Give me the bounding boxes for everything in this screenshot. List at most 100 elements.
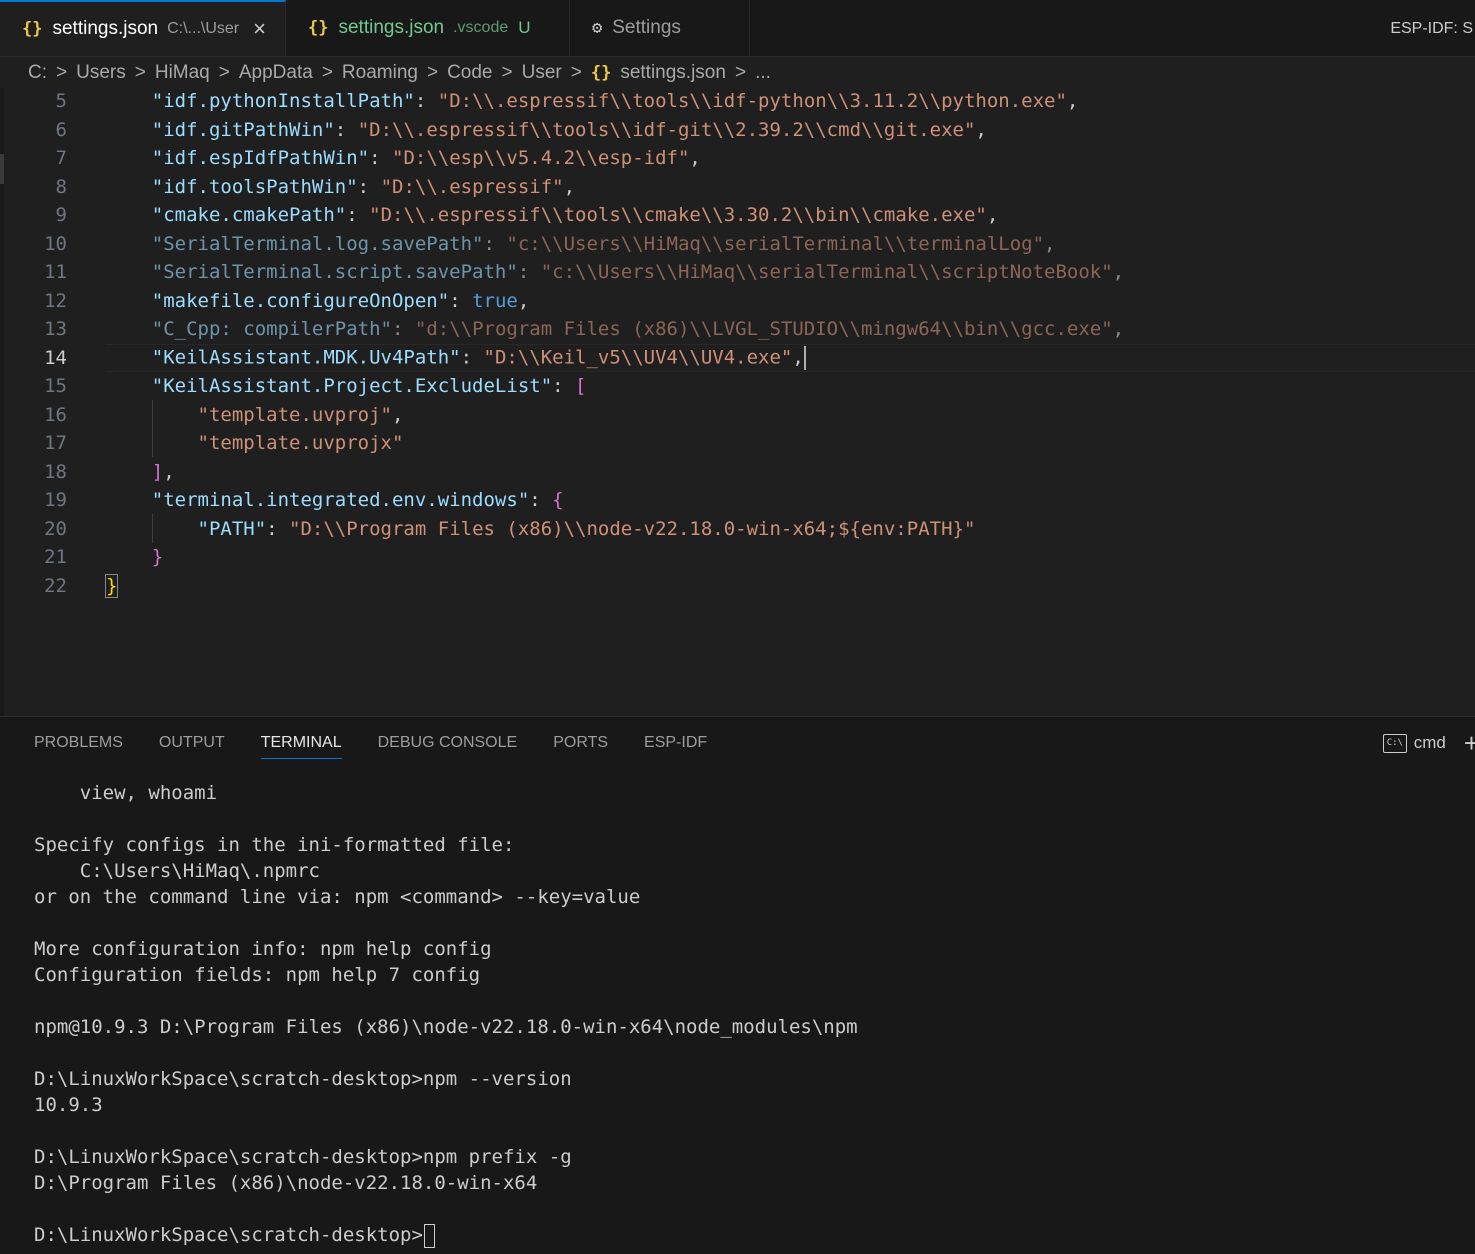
json-colon: :: [529, 489, 553, 512]
json-value: "D:\\.espressif": [380, 175, 564, 198]
code-line[interactable]: 6 "idf.gitPathWin": "D:\\.espressif\\too…: [0, 116, 1475, 145]
code-line[interactable]: 19 "terminal.integrated.env.windows": {: [0, 486, 1475, 515]
breadcrumb-item[interactable]: Code: [447, 62, 492, 84]
breadcrumb-item[interactable]: AppData: [239, 62, 313, 84]
editor-tab-bar: {} settings.json C:\...\User × {} settin…: [0, 0, 1475, 57]
line-number: 10: [44, 232, 67, 255]
code-line[interactable]: 10 "SerialTerminal.log.savePath": "c:\\U…: [0, 230, 1475, 259]
code-line[interactable]: 17 "template.uvprojx": [0, 429, 1475, 458]
json-colon: :: [449, 289, 473, 312]
json-value: "d:\\Program Files (x86)\\LVGL_STUDIO\\m…: [414, 318, 1113, 341]
tab-description: .vscode: [453, 19, 509, 36]
terminal-cursor: [423, 1223, 435, 1248]
breadcrumb-file[interactable]: settings.json: [620, 62, 726, 84]
json-colon: :: [517, 261, 541, 284]
tab-settings-json-vscode[interactable]: {} settings.json .vscode U: [286, 0, 570, 56]
close-icon[interactable]: ×: [253, 16, 266, 42]
code-line[interactable]: 15 "KeilAssistant.Project.ExcludeList": …: [0, 372, 1475, 401]
code-line[interactable]: 8 "idf.toolsPathWin": "D:\\.espressif",: [0, 173, 1475, 202]
line-number: 22: [44, 574, 67, 597]
line-number: 17: [44, 432, 67, 455]
panel-tab-bar: PROBLEMS OUTPUT TERMINAL DEBUG CONSOLE P…: [34, 717, 743, 769]
tab-problems[interactable]: PROBLEMS: [34, 717, 123, 769]
json-key: "idf.espIdfPathWin": [151, 147, 370, 170]
breadcrumb-item[interactable]: Roaming: [342, 62, 418, 84]
breadcrumb-item[interactable]: C:: [28, 62, 47, 84]
tab-debug-console[interactable]: DEBUG CONSOLE: [378, 717, 518, 769]
terminal-line: or on the command line via: npm <command…: [34, 886, 641, 908]
untracked-badge: U: [518, 18, 531, 37]
json-key: "SerialTerminal.log.savePath": [151, 232, 484, 255]
settings-sliders-icon: ⚙: [592, 18, 603, 38]
esp-idf-status[interactable]: ESP-IDF: S: [1390, 0, 1475, 57]
line-number: 5: [55, 90, 67, 113]
terminal-output[interactable]: view, whoami Specify configs in the ini-f…: [34, 780, 1475, 1248]
code-content: "C_Cpp: compilerPath": "d:\\Program File…: [106, 318, 1124, 340]
terminal-line: C:\Users\HiMaq\.npmrc: [34, 860, 320, 882]
code-content: "terminal.integrated.env.windows": {: [106, 489, 564, 511]
code-content: "template.uvproj",: [106, 403, 404, 426]
tab-settings-json-user[interactable]: {} settings.json C:\...\User ×: [0, 0, 286, 56]
json-value: "D:\\.espressif\\tools\\idf-git\\2.39.2\…: [357, 118, 976, 141]
code-line[interactable]: 18 ],: [0, 458, 1475, 487]
json-colon: :: [266, 517, 290, 540]
code-line[interactable]: 9 "cmake.cmakePath": "D:\\.espressif\\to…: [0, 201, 1475, 230]
json-key: "idf.pythonInstallPath": [151, 90, 415, 113]
breadcrumb-symbol[interactable]: ...: [755, 62, 771, 84]
code-line[interactable]: 22}: [0, 572, 1475, 601]
json-punctuation: ,: [689, 147, 701, 170]
line-number: 15: [44, 375, 67, 398]
code-editor[interactable]: 5 "idf.pythonInstallPath": "D:\\.espress…: [0, 88, 1475, 716]
code-line[interactable]: 13 "C_Cpp: compilerPath": "d:\\Program F…: [0, 315, 1475, 344]
json-colon: :: [391, 318, 415, 341]
new-terminal-plus-icon[interactable]: +: [1464, 728, 1475, 759]
line-number: 21: [44, 546, 67, 569]
terminal-name[interactable]: cmd: [1414, 733, 1446, 753]
text-cursor: [803, 345, 806, 370]
code-content: "idf.toolsPathWin": "D:\\.espressif",: [106, 176, 575, 198]
json-colon: :: [369, 147, 392, 170]
code-line[interactable]: 16 "template.uvproj",: [0, 401, 1475, 430]
json-punctuation: ,: [1112, 261, 1125, 284]
code-content: }: [106, 546, 163, 568]
terminal-line: 10.9.3: [34, 1094, 103, 1116]
tab-settings-ui[interactable]: ⚙ Settings: [570, 0, 750, 56]
json-value: "D:\\Program Files (x86)\\node-v22.18.0-…: [289, 517, 976, 540]
code-line[interactable]: 21 }: [0, 543, 1475, 572]
json-colon: :: [483, 232, 507, 255]
breadcrumb-item[interactable]: Users: [76, 62, 126, 84]
terminal-line: Specify configs in the ini-formatted fil…: [34, 834, 515, 856]
breadcrumb-item[interactable]: User: [522, 62, 562, 84]
bottom-panel: PROBLEMS OUTPUT TERMINAL DEBUG CONSOLE P…: [0, 716, 1475, 1254]
terminal-prompt-line[interactable]: D:\LinuxWorkSpace\scratch-desktop>: [34, 1222, 1475, 1248]
tab-esp-idf[interactable]: ESP-IDF: [644, 717, 707, 769]
terminal-selector[interactable]: C:\ cmd +: [1382, 717, 1475, 769]
code-line[interactable]: 20 "PATH": "D:\\Program Files (x86)\\nod…: [0, 515, 1475, 544]
line-number: 19: [44, 489, 67, 512]
breadcrumb: C: > Users > HiMaq > AppData > Roaming > Code…: [0, 57, 1475, 88]
line-number: 9: [55, 204, 67, 227]
json-value: "c:\\Users\\HiMaq\\serialTerminal\\termi…: [506, 232, 1045, 255]
chevron-right-icon: >: [570, 61, 582, 83]
code-line[interactable]: 11 "SerialTerminal.script.savePath": "c:…: [0, 258, 1475, 287]
code-line[interactable]: 14 "KeilAssistant.MDK.Uv4Path": "D:\\Kei…: [0, 343, 1475, 373]
chevron-right-icon: >: [218, 61, 230, 83]
tab-ports[interactable]: PORTS: [553, 717, 608, 769]
breadcrumb-item[interactable]: HiMaq: [155, 62, 210, 84]
code-line[interactable]: 7 "idf.espIdfPathWin": "D:\\esp\\v5.4.2\…: [0, 144, 1475, 173]
chevron-right-icon: >: [501, 61, 513, 83]
tab-terminal[interactable]: TERMINAL: [260, 717, 342, 769]
code-line[interactable]: 12 "makefile.configureOnOpen": true,: [0, 287, 1475, 316]
json-key: "idf.toolsPathWin": [151, 175, 358, 198]
line-number: 14: [44, 346, 67, 369]
tab-output[interactable]: OUTPUT: [159, 717, 225, 769]
code-line[interactable]: 5 "idf.pythonInstallPath": "D:\\.espress…: [0, 88, 1475, 116]
json-string: "template.uvproj": [197, 403, 392, 426]
code-content: "idf.pythonInstallPath": "D:\\.espressif…: [106, 90, 1079, 113]
json-colon: :: [346, 204, 370, 227]
